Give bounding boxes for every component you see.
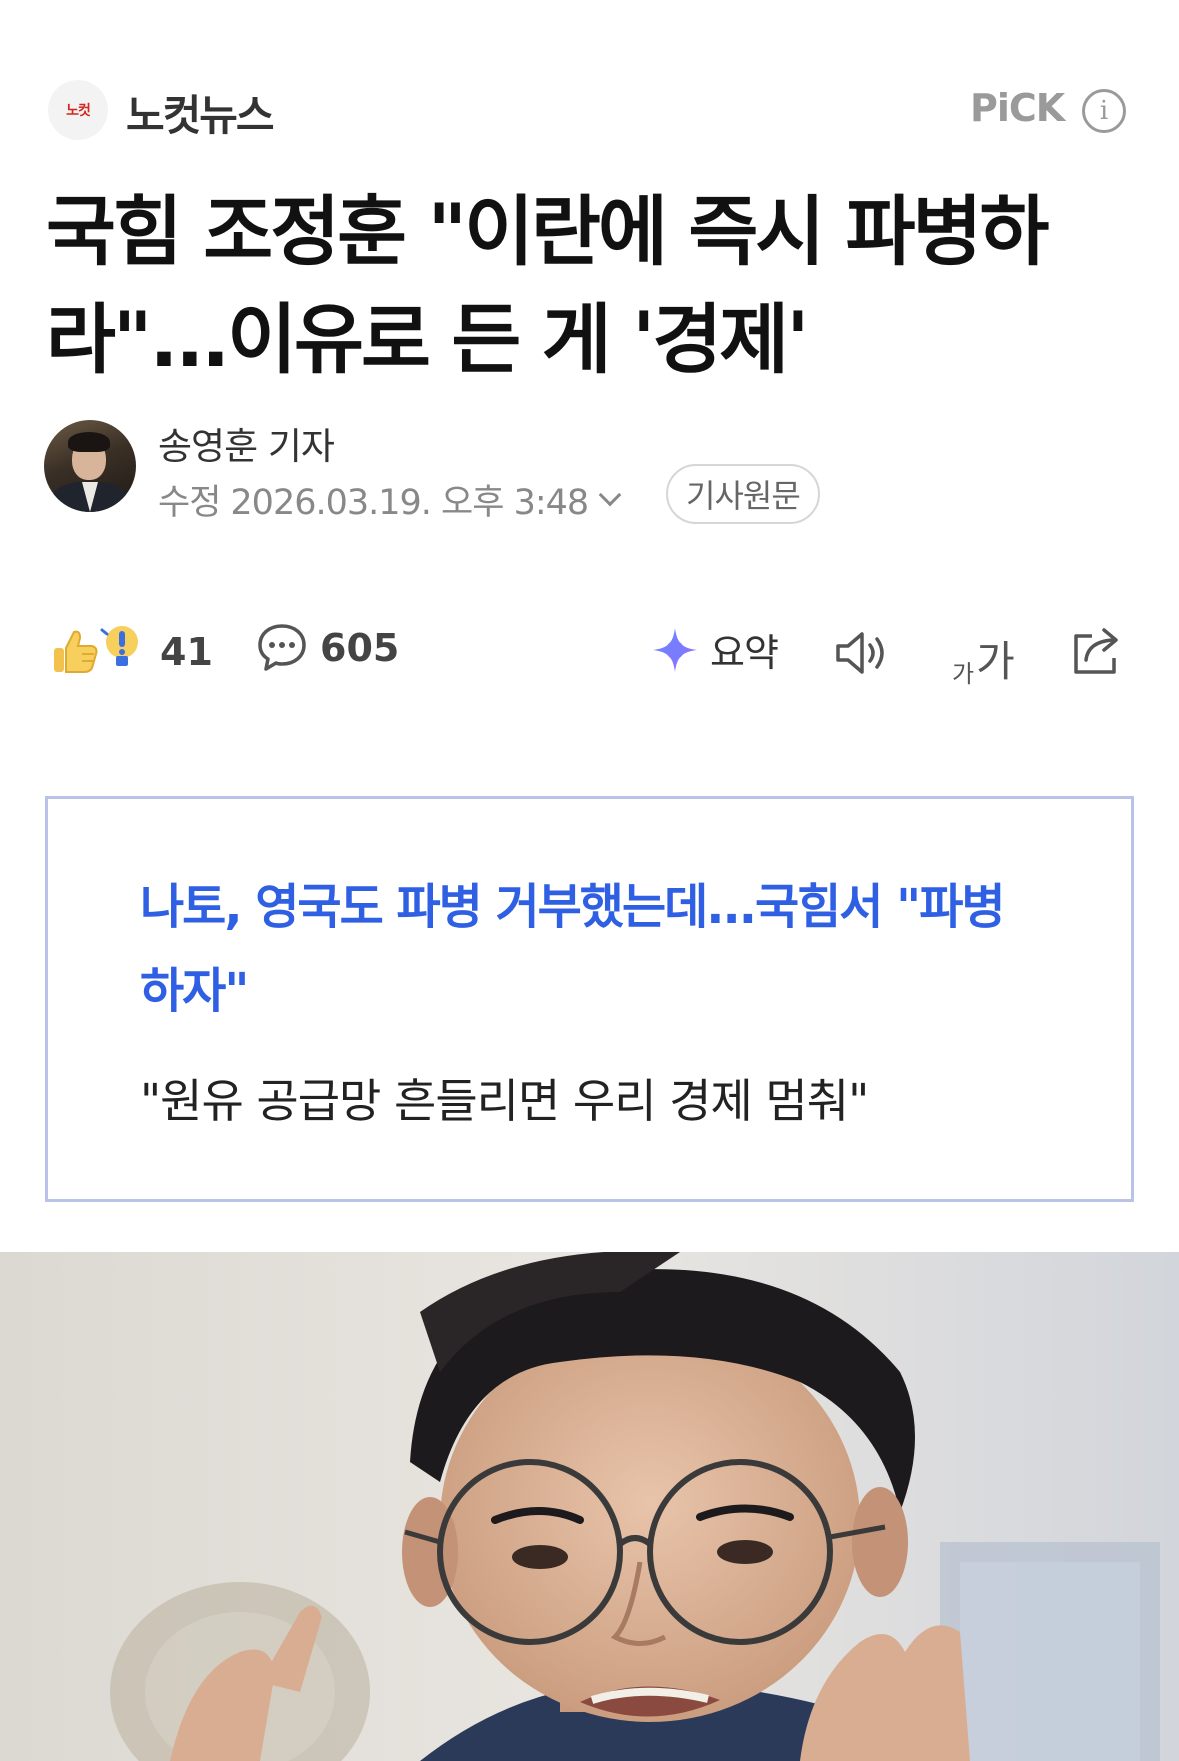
font-small-label: 가	[952, 660, 975, 688]
share-icon[interactable]	[1070, 624, 1126, 676]
font-big-label: 가	[976, 637, 1015, 686]
modified-label: 수정	[158, 483, 221, 523]
reporter-avatar[interactable]	[44, 420, 136, 512]
press-logo-text: 노컷	[66, 103, 91, 119]
modified-datetime: 2026.03.19. 오후 3:48	[230, 483, 589, 523]
related-article-title[interactable]: 나토, 영국도 파병 거부했는데...국힘서 "파병하자"	[140, 865, 1040, 1033]
article-photo[interactable]	[0, 1252, 1179, 1761]
pick-badge: PiCK	[970, 86, 1065, 130]
article-photo-image	[0, 1252, 1179, 1761]
reaction-count: 41	[160, 630, 213, 674]
comment-icon[interactable]	[256, 622, 308, 674]
related-article-subtitle: "원유 공급망 흔들리면 우리 경제 멈춰"	[140, 1074, 869, 1128]
article-title: 국힘 조정훈 "이란에 즉시 파병하라"...이유로 든 게 '경제'	[46, 187, 1049, 384]
press-name[interactable]: 노컷뉴스	[126, 82, 275, 143]
reporter-name[interactable]: 송영훈 기자	[158, 416, 335, 470]
font-size-icon[interactable]: 가 가	[952, 628, 1015, 689]
comment-count[interactable]: 605	[320, 626, 399, 670]
reaction-button[interactable]	[52, 622, 146, 676]
surprise-icon	[100, 626, 138, 666]
summary-button[interactable]: 요약	[650, 622, 779, 677]
info-icon[interactable]: i	[1082, 89, 1126, 133]
related-article-box[interactable]: 나토, 영국도 파병 거부했는데...국힘서 "파병하자" "원유 공급망 흔들…	[45, 796, 1134, 1202]
reaction-icon	[54, 630, 98, 673]
speaker-icon[interactable]	[834, 628, 894, 678]
press-logo[interactable]: 노컷	[48, 80, 108, 140]
chevron-down-icon[interactable]	[598, 483, 622, 506]
action-bar: 41 605 요약 가 가	[0, 600, 1179, 700]
summary-icon	[653, 627, 697, 672]
summary-label: 요약	[710, 631, 779, 675]
original-article-button[interactable]: 기사원문	[666, 464, 820, 524]
article-date[interactable]: 수정 2026.03.19. 오후 3:48	[158, 474, 622, 525]
article-header: 노컷 노컷뉴스 PiCK i	[0, 0, 1179, 150]
